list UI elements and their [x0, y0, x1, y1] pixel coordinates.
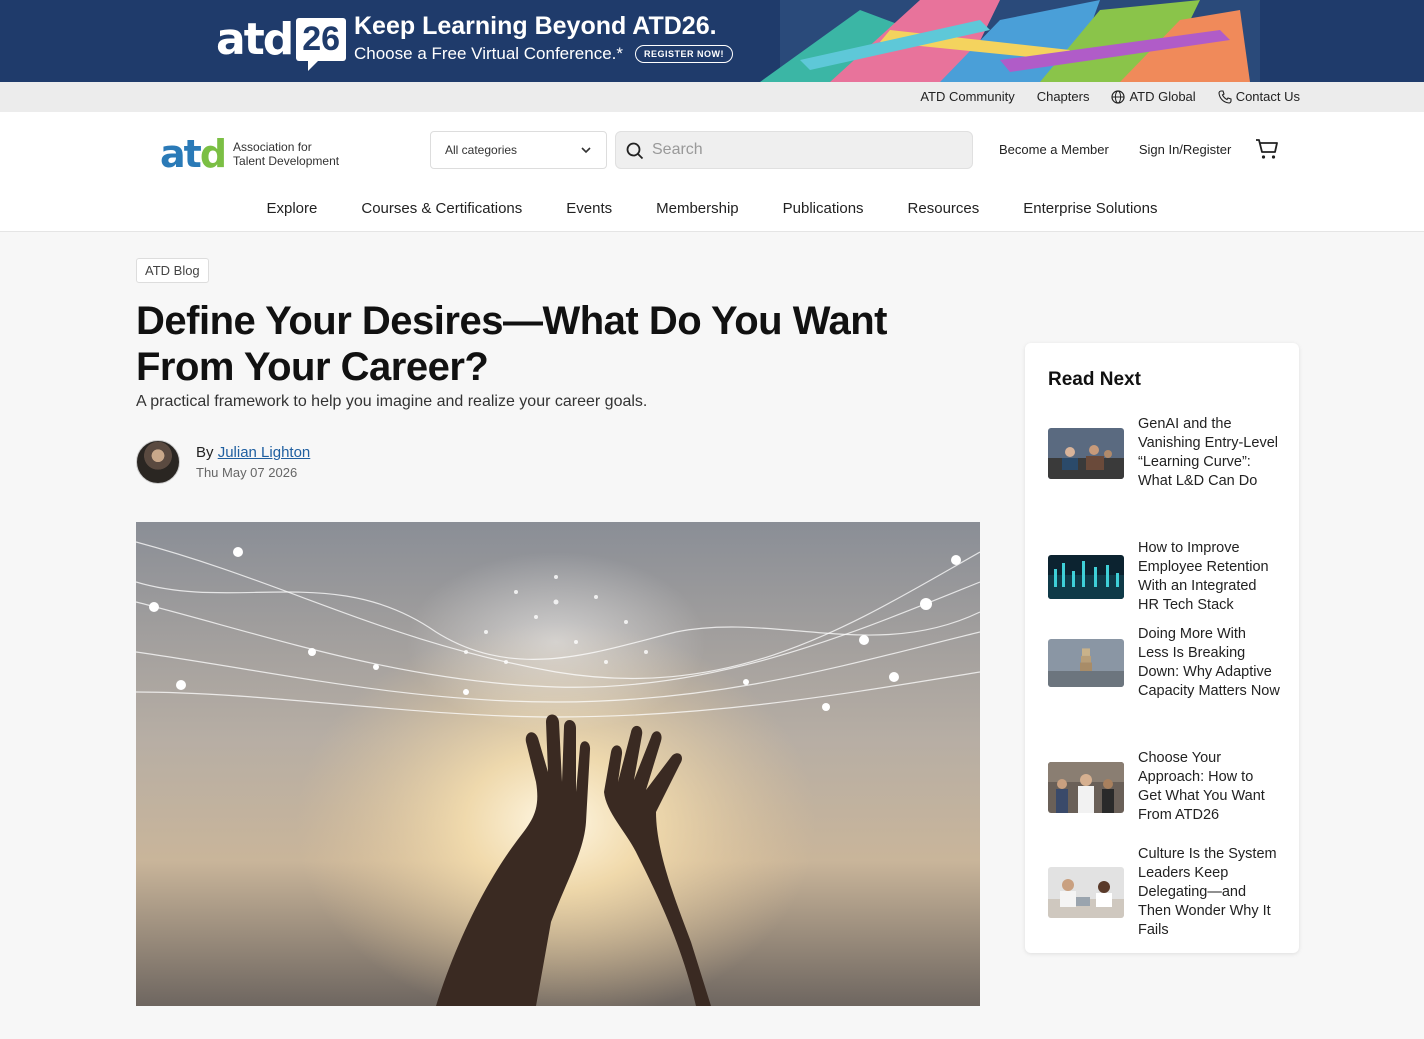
utility-link-global[interactable]: ATD Global — [1111, 89, 1196, 104]
register-now-button[interactable]: REGISTER NOW! — [635, 45, 734, 63]
read-next-panel: Read Next GenAI and the Vanishing Entry-… — [1025, 343, 1299, 953]
utility-link-community[interactable]: ATD Community — [920, 89, 1014, 104]
phone-icon — [1218, 89, 1232, 104]
author-avatar — [136, 440, 180, 484]
read-next-thumbnail — [1048, 639, 1124, 687]
logo-line-1: Association for — [233, 140, 312, 154]
cart-icon[interactable] — [1255, 137, 1279, 161]
atd26-logo: atd 26 — [216, 14, 347, 71]
category-select-value: All categories — [445, 143, 518, 157]
logo-line-2: Talent Development — [233, 154, 340, 168]
read-next-item[interactable]: Doing More With Less Is Breaking Down: W… — [1048, 625, 1288, 701]
atd-logo-text: atd — [216, 14, 294, 65]
utility-link-label: Contact Us — [1235, 89, 1300, 104]
utility-link-contact[interactable]: Contact Us — [1218, 89, 1300, 104]
read-next-thumbnail — [1048, 427, 1124, 479]
article-subtitle: A practical framework to help you imagin… — [136, 393, 648, 410]
chevron-down-icon — [581, 147, 591, 154]
nav-resources[interactable]: Resources — [908, 200, 980, 217]
main-nav: Explore Courses & Certifications Events … — [0, 200, 1424, 217]
nav-enterprise-solutions[interactable]: Enterprise Solutions — [1023, 200, 1157, 217]
sign-in-link[interactable]: Sign In/Register — [1139, 142, 1232, 157]
search-input[interactable] — [652, 132, 962, 168]
nav-events[interactable]: Events — [566, 200, 612, 217]
article-tag[interactable]: ATD Blog — [136, 258, 209, 283]
banner-headline: Keep Learning Beyond ATD26. — [354, 12, 717, 40]
nav-explore[interactable]: Explore — [267, 200, 318, 217]
utility-link-chapters[interactable]: Chapters — [1037, 89, 1090, 104]
promo-banner[interactable]: atd 26 Keep Learning Beyond ATD26. Choos… — [0, 0, 1424, 82]
read-next-thumbnail — [1048, 761, 1124, 813]
read-next-thumbnail — [1048, 555, 1124, 599]
banner-artwork — [760, 0, 1260, 82]
read-next-title: Culture Is the System Leaders Keep Deleg… — [1138, 846, 1277, 938]
article-title: Define Your Desires—What Do You Want Fro… — [136, 299, 887, 389]
become-member-link[interactable]: Become a Member — [999, 142, 1109, 157]
banner-subline-text: Choose a Free Virtual Conference.* — [354, 44, 624, 63]
author-block: By Julian Lighton Thu May 07 2026 — [136, 440, 310, 484]
read-next-title: How to Improve Employee Retention With a… — [1138, 540, 1269, 613]
atd-logo[interactable]: atd Association for Talent Development — [160, 132, 339, 176]
logo-year: 26 — [296, 18, 347, 71]
hero-image — [136, 522, 980, 1006]
header-account-links: Become a Member Sign In/Register — [999, 142, 1231, 157]
read-next-title: Doing More With Less Is Breaking Down: W… — [1138, 626, 1280, 699]
author-link[interactable]: Julian Lighton — [218, 444, 311, 461]
banner-subline: Choose a Free Virtual Conference.* REGIS… — [354, 44, 734, 64]
utility-bar: ATD Community Chapters ATD Global Contac… — [0, 82, 1424, 112]
search-icon[interactable] — [626, 142, 644, 160]
read-next-title: GenAI and the Vanishing Entry-Level “Lea… — [1138, 416, 1278, 489]
byline-prefix: By — [196, 444, 214, 461]
utility-nav: ATD Community Chapters ATD Global Contac… — [920, 89, 1300, 104]
site-header: atd Association for Talent Development A… — [0, 112, 1424, 232]
read-next-item[interactable]: How to Improve Employee Retention With a… — [1048, 539, 1288, 615]
read-next-heading: Read Next — [1048, 369, 1141, 390]
nav-courses-certifications[interactable]: Courses & Certifications — [361, 200, 522, 217]
logo-mark-accent: d — [199, 132, 227, 176]
read-next-title: Choose Your Approach: How to Get What Yo… — [1138, 750, 1265, 823]
logo-mark: atd — [160, 132, 227, 176]
read-next-item[interactable]: GenAI and the Vanishing Entry-Level “Lea… — [1048, 415, 1288, 491]
category-select[interactable]: All categories — [430, 131, 607, 169]
read-next-item[interactable]: Culture Is the System Leaders Keep Deleg… — [1048, 845, 1288, 940]
author-byline: By Julian Lighton — [196, 444, 310, 461]
search-bar — [615, 131, 973, 169]
globe-icon — [1111, 89, 1126, 104]
utility-link-label: ATD Global — [1129, 89, 1196, 104]
utility-link-label: ATD Community — [920, 89, 1015, 104]
publish-date: Thu May 07 2026 — [196, 465, 298, 480]
read-next-thumbnail — [1048, 867, 1124, 918]
read-next-item[interactable]: Choose Your Approach: How to Get What Yo… — [1048, 749, 1288, 825]
nav-publications[interactable]: Publications — [783, 200, 864, 217]
logo-text: Association for Talent Development — [233, 140, 339, 168]
utility-link-label: Chapters — [1036, 89, 1090, 104]
nav-membership[interactable]: Membership — [656, 200, 739, 217]
